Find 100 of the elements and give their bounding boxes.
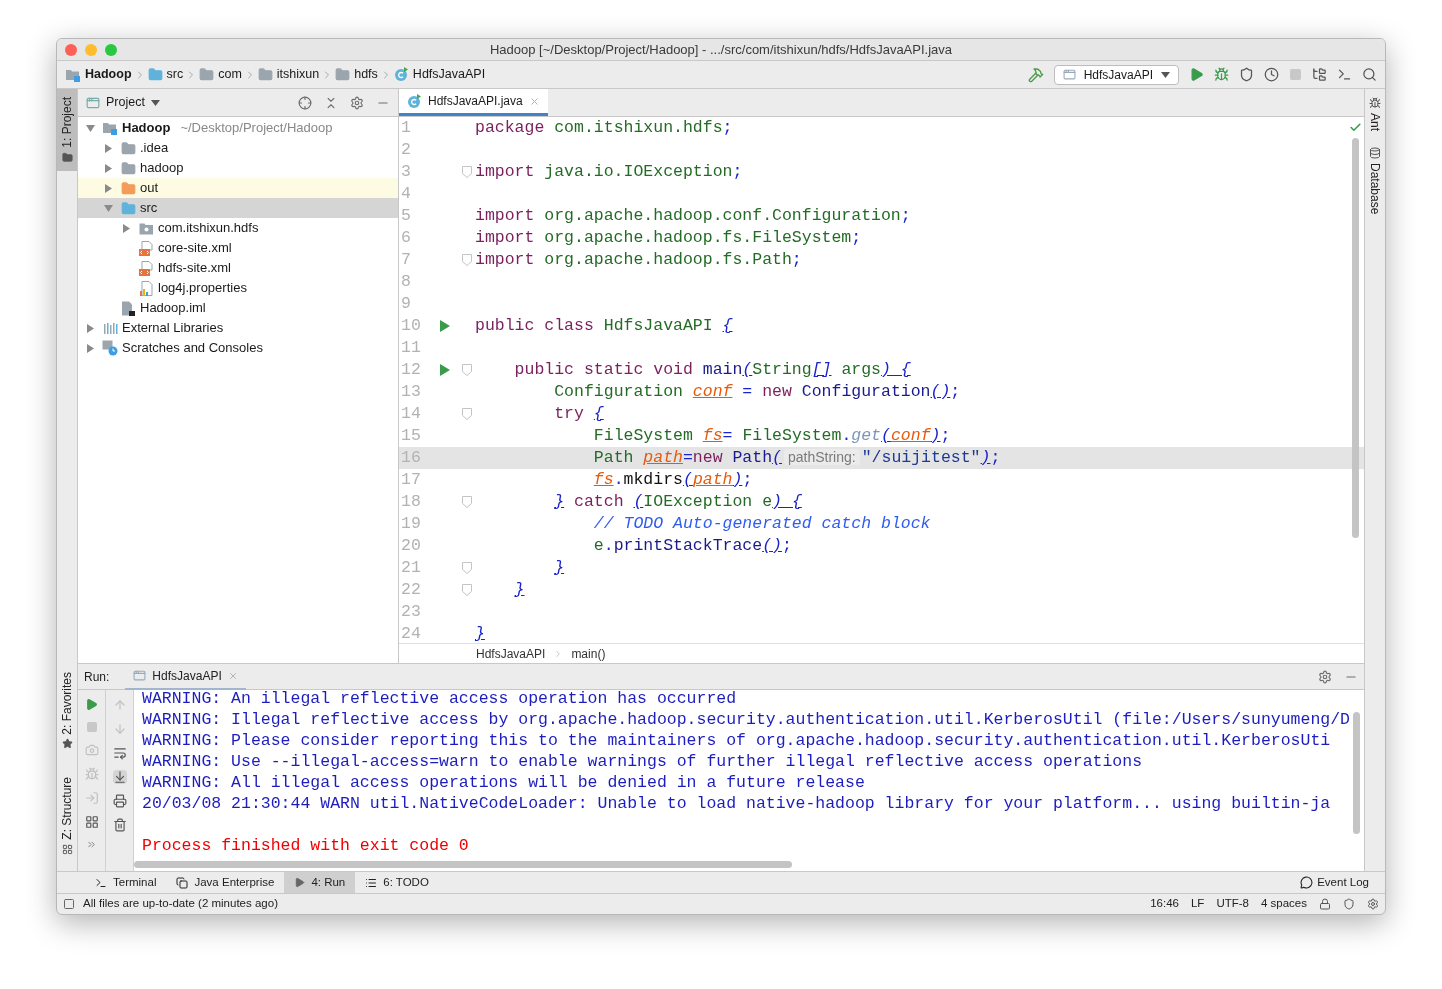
line-number: 15 — [400, 424, 422, 447]
folder-icon — [120, 180, 136, 196]
collapsed-arrow-icon[interactable] — [122, 223, 130, 233]
breadcrumb[interactable]: hdfs — [335, 65, 378, 84]
tree-item[interactable]: out — [78, 178, 398, 198]
status-item[interactable]: 16:46 — [1150, 895, 1179, 913]
breadcrumb[interactable]: Hadoop — [65, 65, 132, 84]
tree-item[interactable]: core-site.xml — [78, 238, 398, 258]
tree-item[interactable]: log4j.properties — [78, 278, 398, 298]
scrollbar[interactable] — [1353, 712, 1360, 834]
tool-tab[interactable]: 6: TODO — [355, 872, 439, 893]
close-icon[interactable] — [227, 670, 238, 681]
camera-icon[interactable] — [84, 743, 99, 757]
rerun-icon[interactable] — [85, 698, 98, 711]
tree-item[interactable]: com.itshixun.hdfs — [78, 218, 398, 238]
folder-icon — [120, 140, 136, 156]
search-icon[interactable] — [1362, 67, 1377, 82]
fold-marker-icon[interactable] — [461, 364, 472, 376]
class-icon — [393, 67, 409, 82]
fold-marker-icon[interactable] — [461, 584, 472, 596]
event-log-button[interactable]: Event Log — [1300, 873, 1369, 892]
editor-tab[interactable]: HdfsJavaAPI.java — [399, 89, 548, 116]
code-line: } — [474, 622, 485, 643]
console-line: WARNING: An illegal reflective access operation has occurred — [142, 690, 737, 709]
code-breadcrumb[interactable]: HdfsJavaAPI — [476, 644, 546, 663]
fold-marker-icon[interactable] — [461, 496, 472, 508]
tree-item[interactable]: .idea — [78, 138, 398, 158]
project-view-selector[interactable]: Project — [86, 93, 160, 112]
trash-icon[interactable] — [112, 818, 127, 832]
arrow-up-icon[interactable] — [112, 698, 127, 712]
line-number: 19 — [400, 512, 422, 535]
line-number: 7 — [400, 248, 412, 271]
tool-tab[interactable]: Java Enterprise — [166, 872, 285, 893]
run-gutter-icon[interactable] — [440, 320, 450, 332]
window-icon — [133, 669, 147, 682]
breadcrumb[interactable]: com — [199, 65, 242, 84]
arrow-down-icon[interactable] — [112, 722, 127, 736]
tree-item[interactable]: Hadoop.iml — [78, 298, 398, 318]
breadcrumb[interactable]: src — [147, 65, 184, 84]
tree-item[interactable]: src — [78, 198, 398, 218]
status-item[interactable]: LF — [1190, 895, 1205, 913]
layout-icon[interactable] — [84, 815, 99, 829]
breadcrumb[interactable]: itshixun — [257, 65, 320, 84]
tool-window-tab[interactable]: Database — [1366, 143, 1384, 219]
tree-item[interactable]: Hadoop ~/Desktop/Project/Hadoop — [78, 118, 398, 138]
expanded-arrow-icon[interactable] — [85, 124, 95, 132]
settings-icon[interactable] — [350, 95, 364, 110]
line-number: 24 — [400, 622, 422, 643]
square-icon[interactable] — [63, 898, 75, 910]
bug-icon[interactable] — [84, 767, 99, 781]
fold-marker-icon[interactable] — [461, 408, 472, 420]
wrap-icon[interactable] — [112, 746, 127, 760]
horizontal-scrollbar[interactable] — [134, 861, 792, 868]
tool-window-tab[interactable]: 2: Favorites — [57, 663, 77, 758]
tree-item[interactable]: hdfs-site.xml — [78, 258, 398, 278]
settings-icon[interactable] — [1367, 898, 1379, 910]
fold-marker-icon[interactable] — [461, 254, 472, 266]
run-configuration-dropdown[interactable]: HdfsJavaAPI — [1053, 64, 1179, 85]
tool-window-tab[interactable]: Ant — [1366, 93, 1384, 135]
code-line: } catch (IOException e) { — [553, 490, 802, 513]
line-number: 22 — [400, 578, 422, 601]
breadcrumb[interactable]: HdfsJavaAPI — [393, 65, 486, 84]
printer-icon[interactable] — [112, 794, 127, 808]
package-folder-icon — [138, 221, 154, 235]
expanded-arrow-icon[interactable] — [103, 204, 113, 212]
more-icon[interactable] — [86, 839, 97, 850]
fold-marker-icon[interactable] — [461, 562, 472, 574]
fold-marker-icon[interactable] — [461, 166, 472, 178]
scroll-to-end-icon[interactable] — [112, 770, 127, 784]
zoom-window-button[interactable] — [105, 44, 117, 56]
project-structure-icon[interactable] — [1312, 67, 1327, 82]
run-icon[interactable] — [1189, 67, 1204, 82]
tool-window-tab[interactable]: Z: Structure — [57, 769, 77, 863]
tool-window-tab[interactable]: 1: Project — [57, 89, 77, 171]
tree-item[interactable]: Scratches and Consoles — [78, 338, 398, 358]
folder-icon — [199, 67, 215, 82]
code-line: public static void main(String[] args) { — [513, 358, 911, 381]
hammer-icon[interactable] — [1027, 66, 1044, 83]
tool-tab[interactable]: Terminal — [85, 872, 167, 893]
status-item[interactable]: UTF-8 — [1216, 895, 1249, 913]
tool-tab[interactable]: 4: Run — [284, 872, 356, 893]
status-item[interactable]: 4 spaces — [1260, 895, 1307, 913]
scrollbar[interactable] — [1352, 138, 1359, 538]
code-line: public class HdfsJavaAPI { — [474, 314, 733, 337]
debug-icon[interactable] — [1214, 67, 1229, 82]
code-breadcrumb[interactable]: main() — [571, 644, 606, 663]
tree-item[interactable]: hadoop — [78, 158, 398, 178]
code-line: } — [513, 578, 525, 601]
run-gutter-icon[interactable] — [440, 364, 450, 376]
close-icon[interactable] — [528, 95, 540, 107]
locate-icon[interactable] — [298, 95, 312, 110]
settings-icon[interactable] — [1318, 669, 1332, 684]
close-window-button[interactable] — [65, 44, 77, 56]
code-line: e.printStackTrace(); — [592, 534, 792, 557]
collapse-all-icon[interactable] — [324, 95, 338, 110]
lock-icon[interactable] — [1319, 898, 1331, 910]
code-line: // TODO Auto-generated catch block — [592, 512, 931, 535]
tree-item[interactable]: External Libraries — [78, 318, 398, 338]
line-number: 1 — [400, 117, 412, 139]
terminal-window-icon[interactable] — [1337, 67, 1352, 82]
